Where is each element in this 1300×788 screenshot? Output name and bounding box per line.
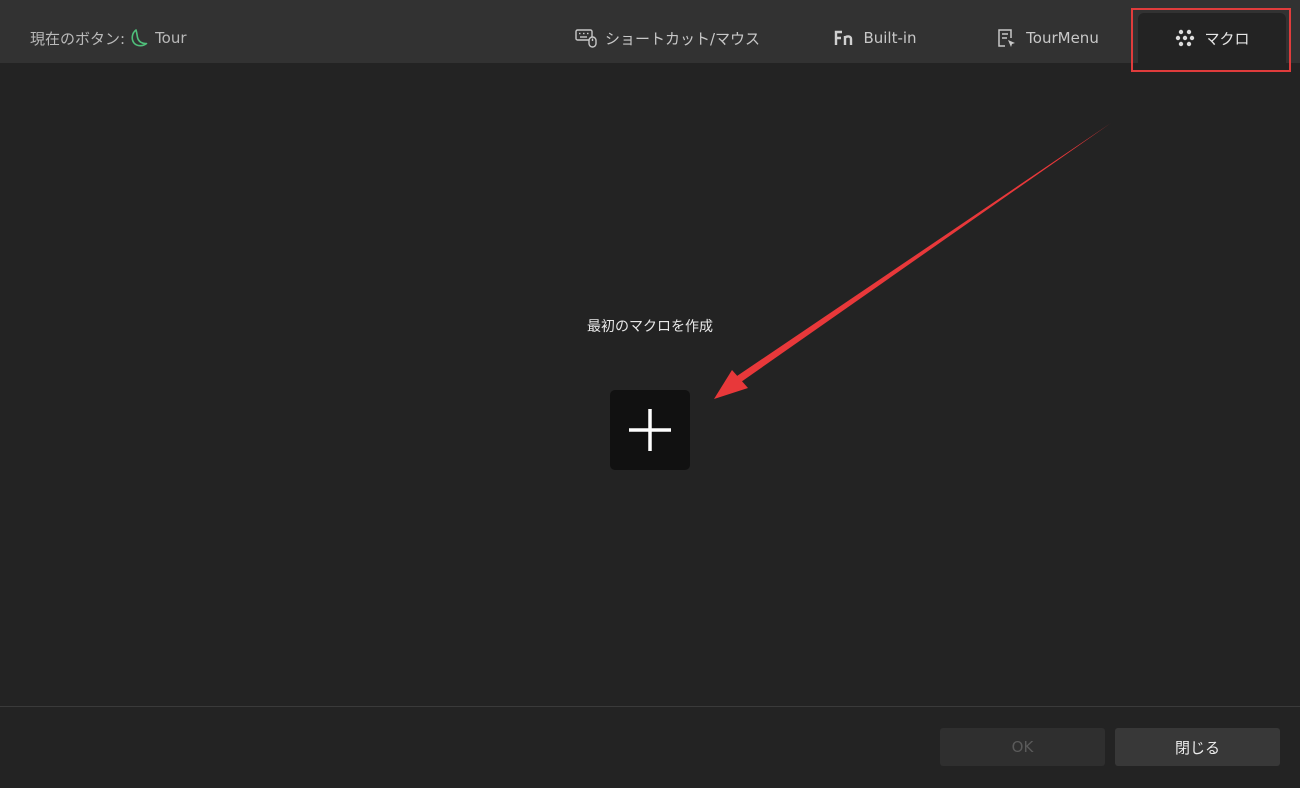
empty-state-title: 最初のマクロを作成 xyxy=(587,319,713,335)
keyboard-mouse-icon xyxy=(575,27,597,49)
close-button[interactable]: 閉じる xyxy=(1115,728,1280,766)
ok-button[interactable]: OK xyxy=(940,728,1105,766)
current-button-value: Tour xyxy=(155,29,187,47)
footer-divider xyxy=(0,706,1300,707)
plus-icon xyxy=(629,409,671,451)
tab-tourmenu[interactable]: TourMenu xyxy=(975,13,1120,63)
current-button-indicator: 現在のボタン: Tour xyxy=(30,0,187,76)
tab-label: TourMenu xyxy=(1026,29,1099,47)
macro-settings-window: 現在のボタン: Tour ショートカット/マウス Built-in TourMe… xyxy=(0,0,1300,788)
tab-macro[interactable]: マクロ xyxy=(1138,13,1286,63)
tab-label: マクロ xyxy=(1204,29,1250,48)
menu-edit-icon xyxy=(996,27,1018,49)
tab-shortcut-mouse[interactable]: ショートカット/マウス xyxy=(560,13,775,63)
tab-label: Built-in xyxy=(863,29,917,47)
tab-label: ショートカット/マウス xyxy=(604,29,761,48)
dots-cluster-icon xyxy=(1174,27,1196,49)
header-bar: 現在のボタン: Tour ショートカット/マウス Built-in TourMe… xyxy=(0,0,1300,72)
tour-icon xyxy=(129,28,149,48)
tab-builtin[interactable]: Built-in xyxy=(815,13,935,63)
fn-icon xyxy=(833,27,855,49)
add-macro-button[interactable] xyxy=(610,390,690,470)
current-button-label: 現在のボタン: xyxy=(30,29,126,48)
